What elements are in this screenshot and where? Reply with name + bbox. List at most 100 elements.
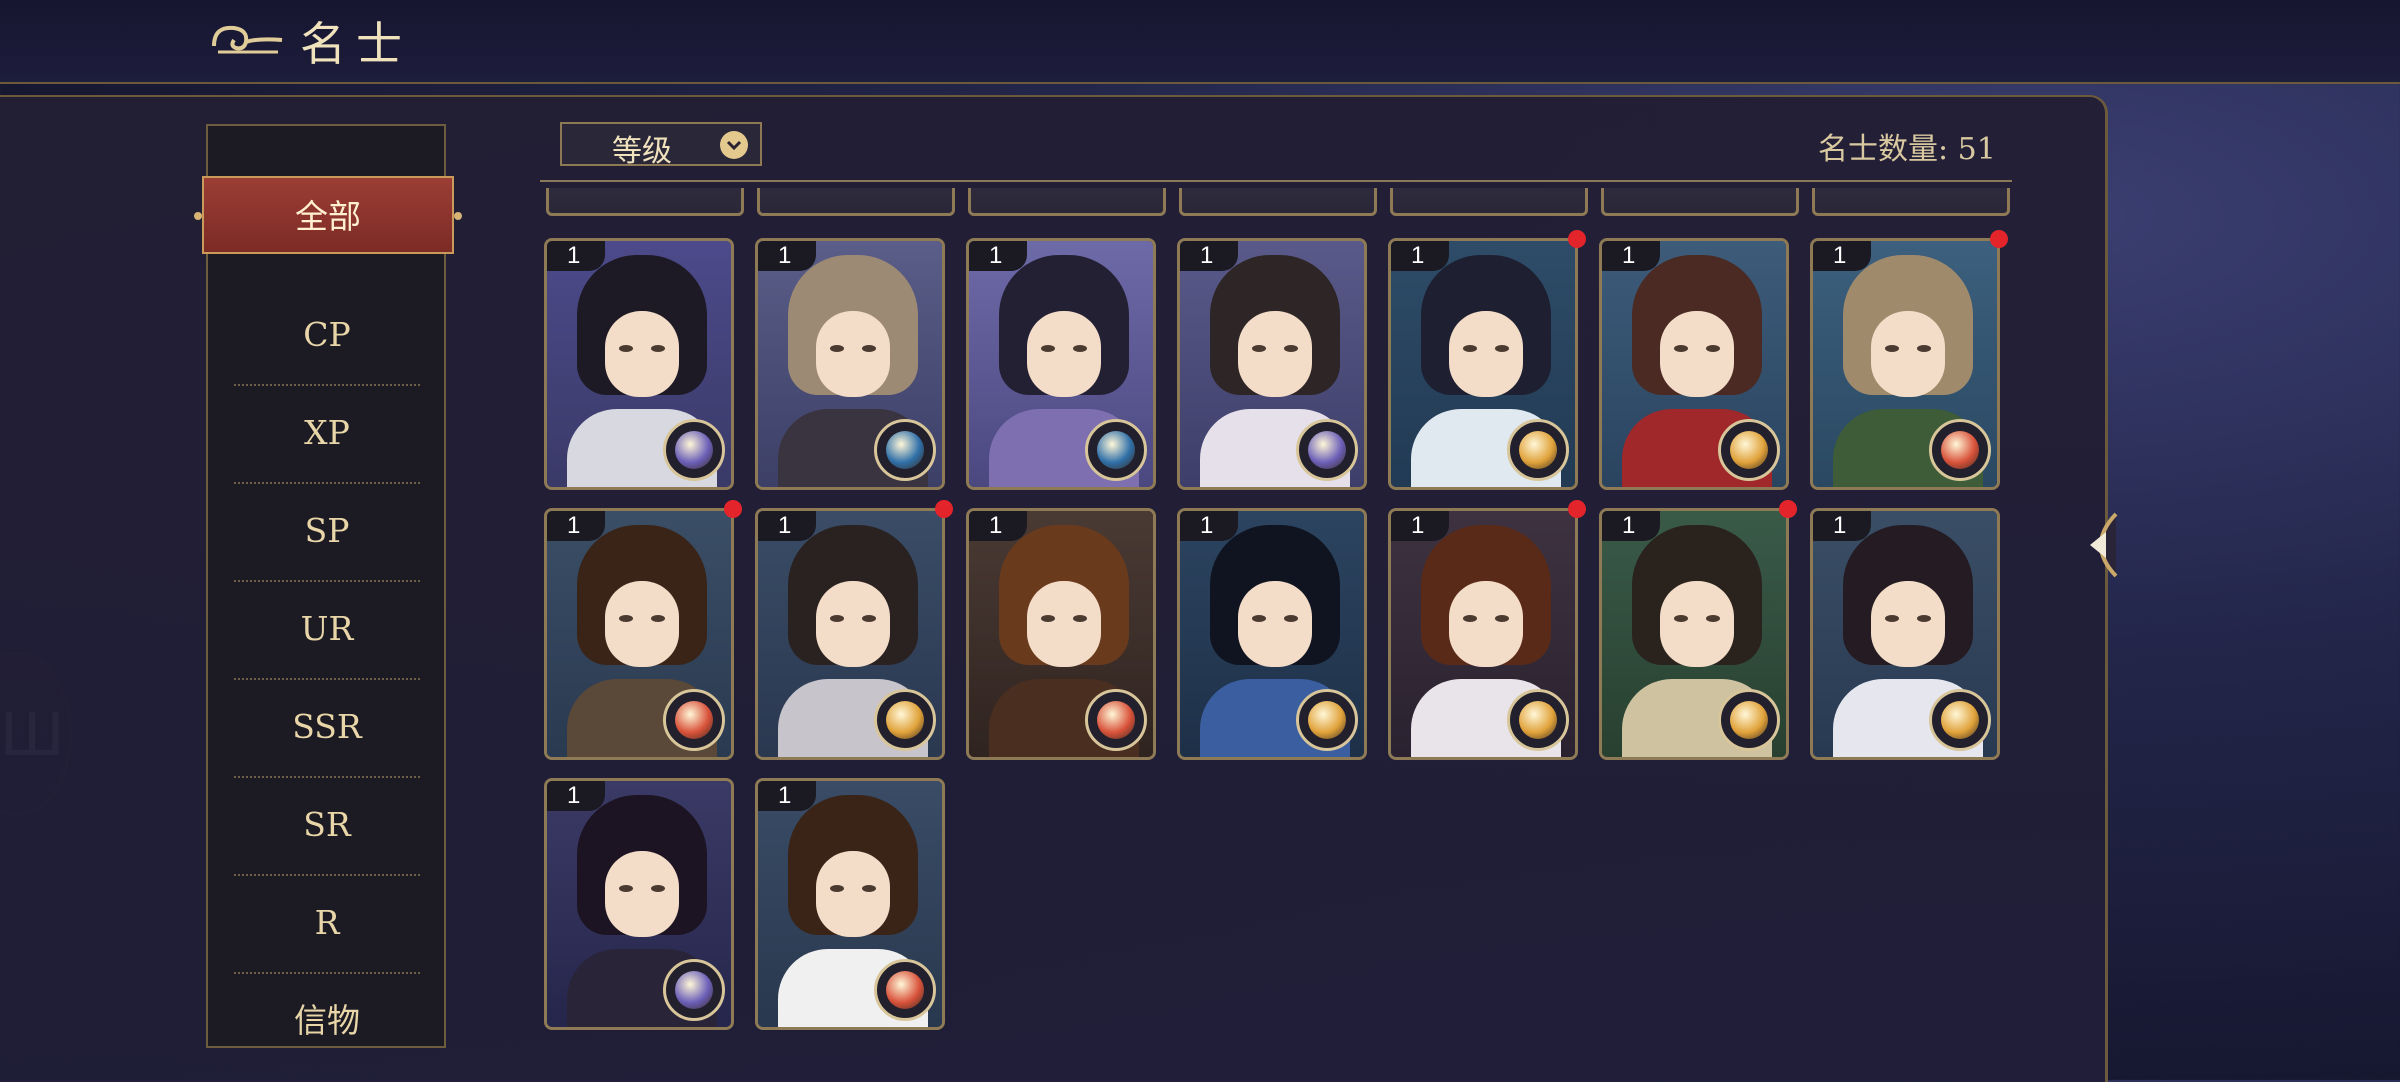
hero-card[interactable]: 1 [755, 778, 945, 1030]
level-tab: 1 [1180, 241, 1238, 271]
level-value: 1 [1411, 242, 1425, 269]
portrait-face [605, 581, 679, 667]
hero-card[interactable]: 1 [1599, 238, 1789, 490]
portrait-face [1660, 311, 1734, 397]
badge-core [1519, 701, 1557, 739]
portrait-eye [1495, 345, 1509, 352]
portrait-face [1871, 311, 1945, 397]
purple-orb-icon [1296, 419, 1358, 481]
level-tab: 1 [547, 781, 605, 811]
filter-label: XP [304, 413, 350, 452]
hero-card[interactable]: 1 [966, 508, 1156, 760]
hero-card[interactable]: 1 [1599, 508, 1789, 760]
portrait-eye [1495, 615, 1509, 622]
hero-card[interactable]: 1 [544, 238, 734, 490]
filter-xp[interactable]: XP [234, 384, 420, 484]
collapse-arrow-icon[interactable] [2076, 510, 2120, 580]
filter-label: 全部 [295, 197, 361, 236]
hero-card[interactable]: 1 [1388, 238, 1578, 490]
portrait-eye [862, 885, 876, 892]
filter-sp[interactable]: SP [234, 482, 420, 582]
ornament-dot [194, 212, 202, 220]
badge-core [886, 971, 924, 1009]
filter-ssr[interactable]: SSR [234, 678, 420, 778]
portrait-eye [651, 615, 665, 622]
new-indicator-dot [724, 500, 742, 518]
portrait-eye [830, 615, 844, 622]
level-tab: 1 [1180, 511, 1238, 541]
partial-hero-card[interactable] [757, 188, 955, 216]
level-tab: 1 [547, 511, 605, 541]
badge-core [1519, 431, 1557, 469]
hero-card[interactable]: 1 [1177, 238, 1367, 490]
portrait-eye [1041, 345, 1055, 352]
level-value: 1 [1200, 242, 1214, 269]
filter-tokens[interactable]: 信物 [234, 972, 420, 1070]
level-tab: 1 [1391, 511, 1449, 541]
portrait-face [816, 851, 890, 937]
filter-sr[interactable]: SR [234, 776, 420, 876]
level-value: 1 [989, 512, 1003, 539]
level-value: 1 [567, 782, 581, 809]
filter-cp[interactable]: CP [234, 286, 420, 386]
hero-card[interactable]: 1 [1388, 508, 1578, 760]
portrait-face [1449, 311, 1523, 397]
portrait-eye [1463, 345, 1477, 352]
partial-hero-card[interactable] [968, 188, 1166, 216]
red-orb-icon [874, 959, 936, 1021]
hero-card[interactable]: 1 [755, 238, 945, 490]
filter-label: SSR [292, 707, 362, 746]
hero-card[interactable]: 1 [966, 238, 1156, 490]
portrait-eye [651, 885, 665, 892]
level-value: 1 [778, 512, 792, 539]
partial-hero-card[interactable] [546, 188, 744, 216]
filter-all[interactable]: 全部 [194, 176, 462, 254]
filter-label: R [314, 903, 340, 942]
level-tab: 1 [1602, 511, 1660, 541]
level-value: 1 [1833, 242, 1847, 269]
level-value: 1 [989, 242, 1003, 269]
portrait-eye [1885, 345, 1899, 352]
portrait-eye [1284, 345, 1298, 352]
portrait-face [605, 851, 679, 937]
new-indicator-dot [1568, 230, 1586, 248]
page-title: 名士 [300, 17, 412, 71]
blue-eye-icon [874, 419, 936, 481]
partial-hero-card[interactable] [1390, 188, 1588, 216]
gold-orb-icon [1507, 689, 1569, 751]
portrait-face [605, 311, 679, 397]
level-value: 1 [1622, 512, 1636, 539]
partial-hero-card[interactable] [1601, 188, 1799, 216]
hero-card[interactable]: 1 [755, 508, 945, 760]
scrolled-card-row [544, 188, 2014, 218]
level-tab: 1 [1391, 241, 1449, 271]
sort-dropdown[interactable]: 等级 [560, 122, 762, 169]
hero-card[interactable]: 1 [544, 508, 734, 760]
filter-r[interactable]: R [234, 874, 420, 974]
filter-label: SP [304, 511, 350, 550]
level-value: 1 [778, 782, 792, 809]
badge-core [1097, 701, 1135, 739]
level-tab: 1 [758, 511, 816, 541]
hero-card[interactable]: 1 [544, 778, 734, 1030]
badge-core [1941, 701, 1979, 739]
sort-label: 等级 [612, 134, 672, 169]
gold-orb-icon [1718, 419, 1780, 481]
hero-card[interactable]: 1 [1810, 238, 2000, 490]
badge-core [1097, 431, 1135, 469]
portrait-eye [1041, 615, 1055, 622]
partial-hero-card[interactable] [1179, 188, 1377, 216]
top-header: 名士 [0, 0, 2400, 84]
level-tab: 1 [758, 241, 816, 271]
portrait-face [1027, 581, 1101, 667]
hero-card[interactable]: 1 [1177, 508, 1367, 760]
level-value: 1 [567, 242, 581, 269]
purple-orb-icon [663, 419, 725, 481]
level-tab: 1 [1813, 241, 1871, 271]
badge-core [886, 431, 924, 469]
badge-core [1730, 431, 1768, 469]
partial-hero-card[interactable] [1812, 188, 2010, 216]
filter-ur[interactable]: UR [234, 580, 420, 680]
portrait-eye [651, 345, 665, 352]
hero-card[interactable]: 1 [1810, 508, 2000, 760]
